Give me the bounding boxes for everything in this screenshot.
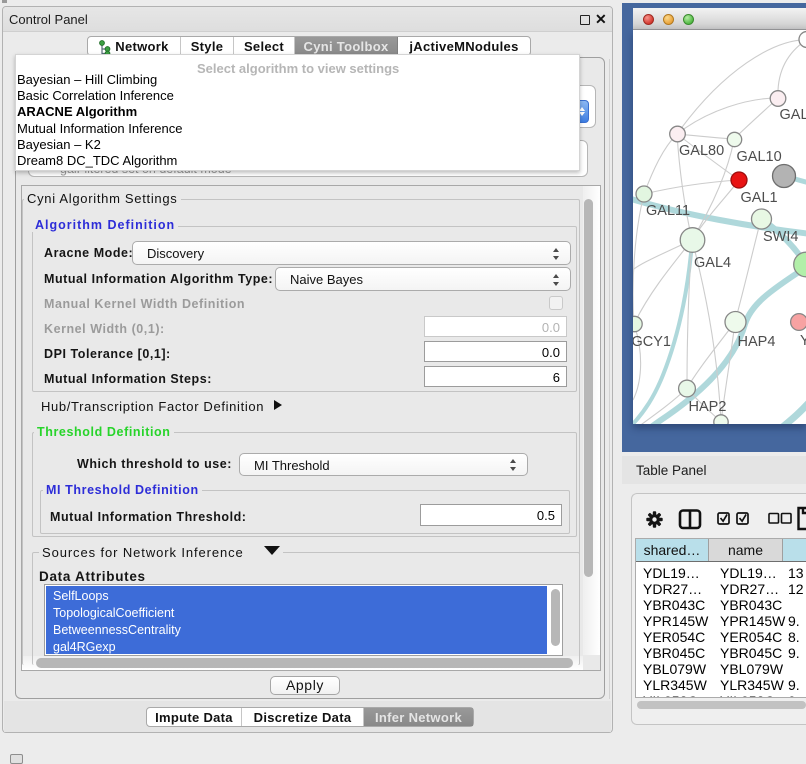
svg-text:HAP4: HAP4 [738, 334, 776, 350]
svg-text:GCY1: GCY1 [633, 334, 671, 350]
svg-text:SWI4: SWI4 [763, 229, 798, 245]
svg-text:HAP2: HAP2 [689, 399, 727, 415]
svg-text:Y: Y [800, 333, 806, 349]
svg-text:GAL1: GAL1 [741, 190, 778, 206]
svg-text:GAL: GAL [780, 107, 806, 123]
svg-text:GAL4: GAL4 [694, 255, 731, 271]
svg-text:GAL10: GAL10 [737, 149, 782, 165]
svg-text:GAL80: GAL80 [679, 143, 724, 159]
svg-text:GAL11: GAL11 [646, 203, 690, 219]
